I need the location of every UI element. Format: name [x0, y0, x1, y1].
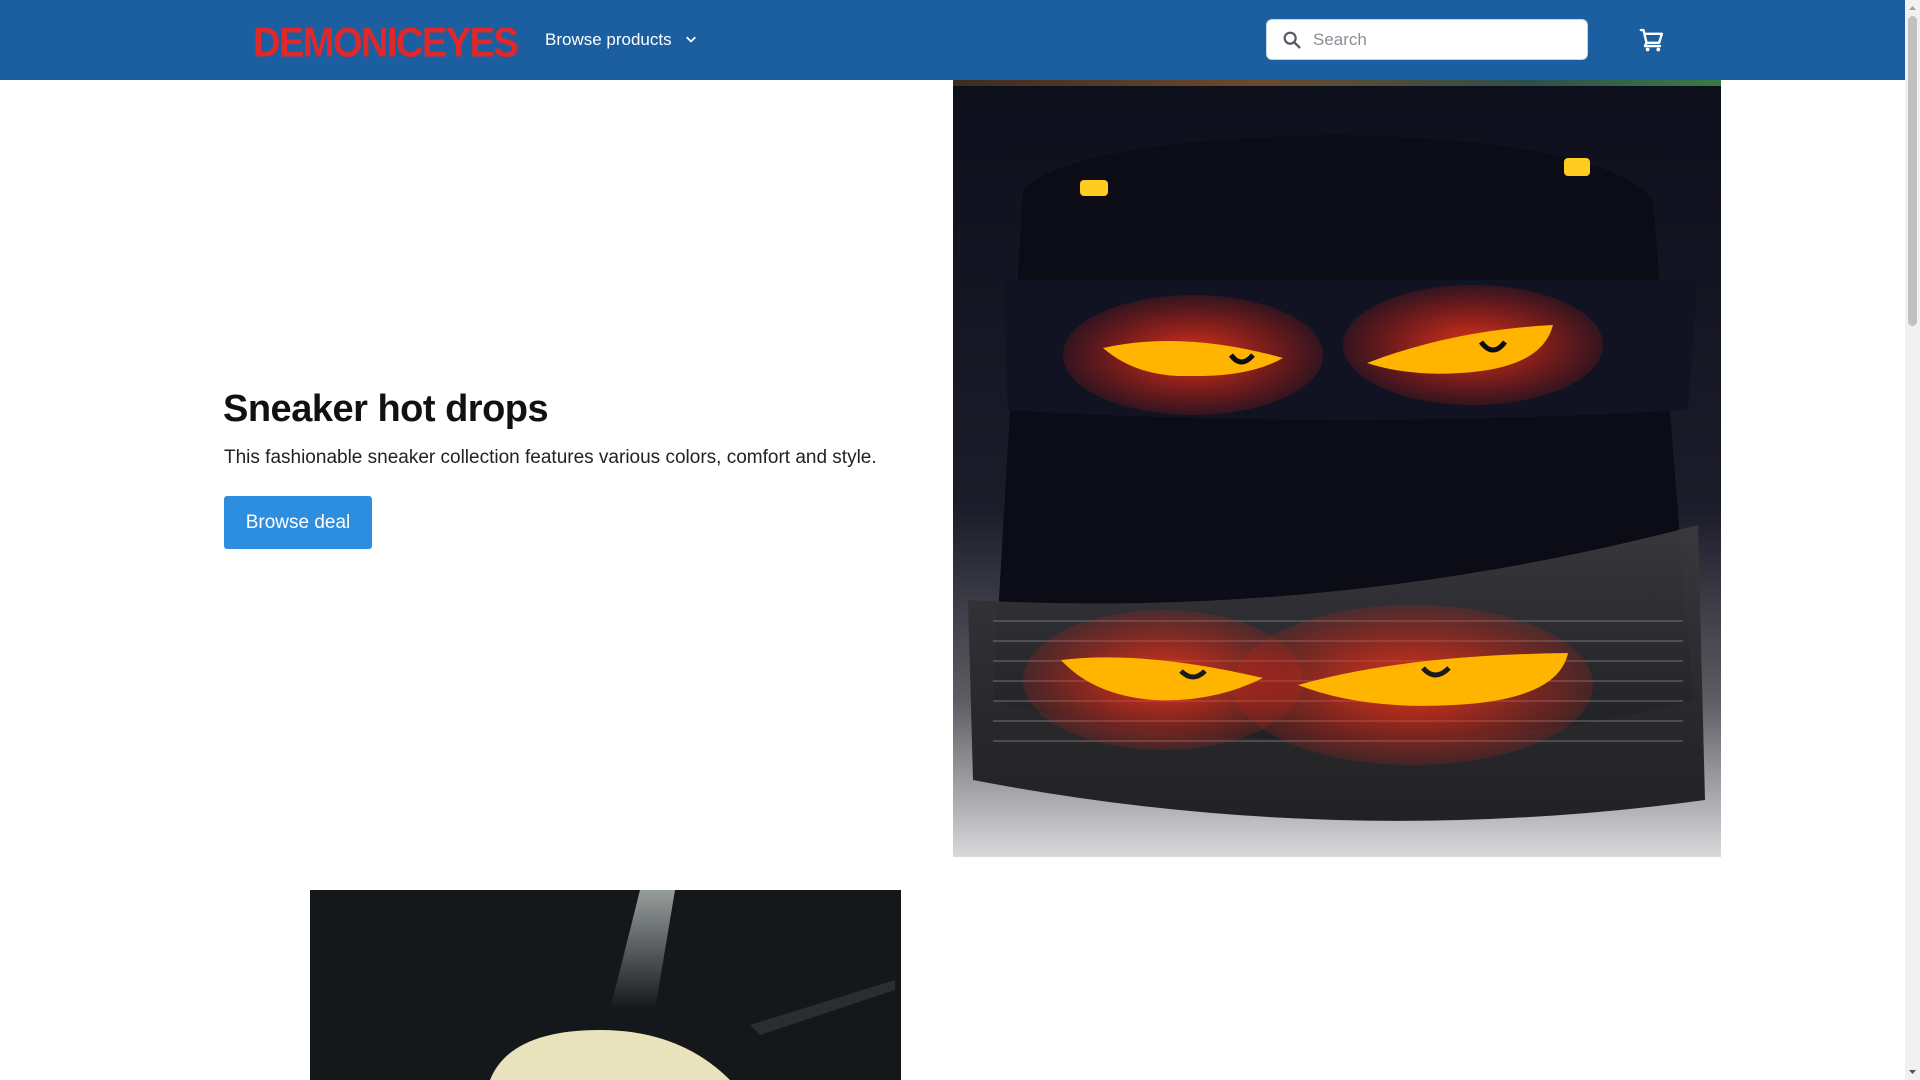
demonic-eyes-product-photo — [953, 80, 1721, 857]
browse-products-label: Browse products — [545, 30, 672, 49]
scrollbar-thumb[interactable] — [1908, 16, 1917, 326]
hero-product-image[interactable] — [953, 80, 1721, 857]
chevron-down-icon — [685, 36, 696, 43]
search-box[interactable] — [1266, 19, 1588, 60]
cart-icon[interactable] — [1637, 25, 1667, 55]
scroll-up-arrow-icon[interactable] — [1905, 0, 1920, 16]
secondary-product-image[interactable] — [310, 890, 901, 1080]
scroll-down-arrow-icon[interactable] — [1905, 1064, 1920, 1080]
hero-title: Sneaker hot drops — [223, 388, 549, 430]
page-scrollbar[interactable] — [1905, 0, 1920, 1080]
car-light-product-photo — [310, 890, 901, 1080]
logo[interactable]: DEMONICEYES — [253, 20, 519, 66]
search-icon — [1283, 31, 1301, 49]
browse-deal-button[interactable]: Browse deal — [224, 496, 372, 549]
browse-products-menu[interactable]: Browse products — [545, 26, 700, 54]
page: DEMONICEYES Browse products Sneaker hot … — [0, 0, 1920, 1080]
site-header: DEMONICEYES Browse products — [0, 0, 1905, 80]
search-input[interactable] — [1313, 29, 1573, 50]
hero-subtitle: This fashionable sneaker collection feat… — [224, 447, 877, 468]
